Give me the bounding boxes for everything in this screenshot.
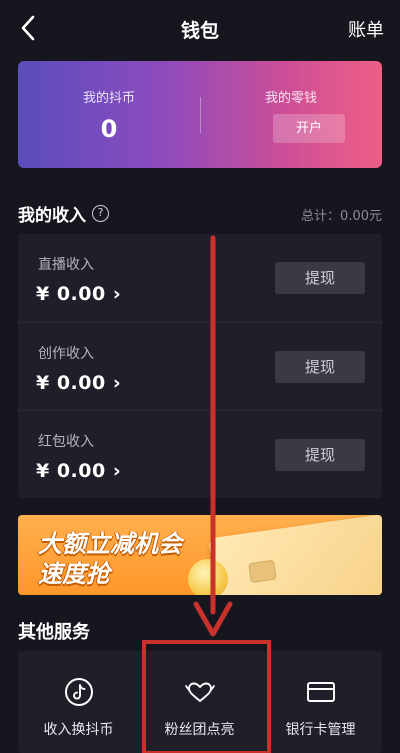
open-account-button[interactable]: 开户 bbox=[273, 114, 345, 143]
bank-card-icon bbox=[304, 675, 338, 709]
coin-value: 0 bbox=[100, 115, 118, 143]
heart-crown-icon bbox=[183, 675, 217, 709]
income-amount-link[interactable]: ¥ 0.00 › bbox=[36, 460, 121, 482]
withdraw-button[interactable]: 提现 bbox=[275, 351, 365, 383]
income-title-text: 我的收入 bbox=[18, 206, 86, 226]
top-nav-bar: 钱包 账单 bbox=[0, 0, 400, 56]
change-balance: 我的零钱 开户 bbox=[200, 61, 382, 168]
income-row-red-packet: 红包收入 ¥ 0.00 › 提现 bbox=[18, 410, 382, 498]
income-label: 直播收入 bbox=[38, 257, 94, 273]
service-fan-club[interactable]: 粉丝团点亮 bbox=[139, 651, 260, 753]
bill-button[interactable]: 账单 bbox=[348, 16, 384, 42]
help-icon[interactable]: ? bbox=[92, 205, 109, 222]
tiktok-note-icon bbox=[62, 675, 96, 709]
balance-card: 我的抖币 0 我的零钱 开户 bbox=[18, 61, 382, 168]
service-label: 粉丝团点亮 bbox=[164, 722, 235, 738]
income-label: 红包收入 bbox=[38, 434, 94, 450]
income-label: 创作收入 bbox=[38, 346, 94, 362]
withdraw-button[interactable]: 提现 bbox=[275, 262, 365, 294]
income-section-title: 我的收入 ? bbox=[18, 201, 109, 226]
promo-banner[interactable]: 大额立减机会 速度抢 bbox=[18, 515, 382, 595]
income-panel: 直播收入 ¥ 0.00 › 提现 创作收入 ¥ 0.00 › 提现 红包收入 ¥… bbox=[18, 234, 382, 498]
banner-subheadline: 速度抢 bbox=[38, 560, 110, 588]
income-amount-link[interactable]: ¥ 0.00 › bbox=[36, 372, 121, 394]
coin-label: 我的抖币 bbox=[82, 91, 135, 106]
income-total: 总计：0.00元 bbox=[301, 209, 382, 224]
service-bank-card[interactable]: 银行卡管理 bbox=[260, 651, 381, 753]
service-income-to-coin[interactable]: 收入换抖币 bbox=[18, 651, 139, 753]
income-row-creation: 创作收入 ¥ 0.00 › 提现 bbox=[18, 322, 382, 410]
income-row-live: 直播收入 ¥ 0.00 › 提现 bbox=[18, 234, 382, 322]
withdraw-button[interactable]: 提现 bbox=[275, 439, 365, 471]
card-chip-icon bbox=[248, 559, 277, 584]
coin-illustration bbox=[188, 559, 228, 595]
service-label: 银行卡管理 bbox=[285, 722, 356, 738]
change-label: 我的零钱 bbox=[264, 91, 317, 106]
credit-card-illustration bbox=[208, 515, 382, 595]
service-label: 收入换抖币 bbox=[43, 722, 114, 738]
services-panel: 收入换抖币 粉丝团点亮 银行卡管理 bbox=[18, 651, 382, 753]
income-amount-link[interactable]: ¥ 0.00 › bbox=[36, 283, 121, 305]
services-section-title: 其他服务 bbox=[18, 622, 90, 643]
page-title: 钱包 bbox=[180, 20, 219, 42]
coin-balance[interactable]: 我的抖币 0 bbox=[18, 61, 200, 168]
